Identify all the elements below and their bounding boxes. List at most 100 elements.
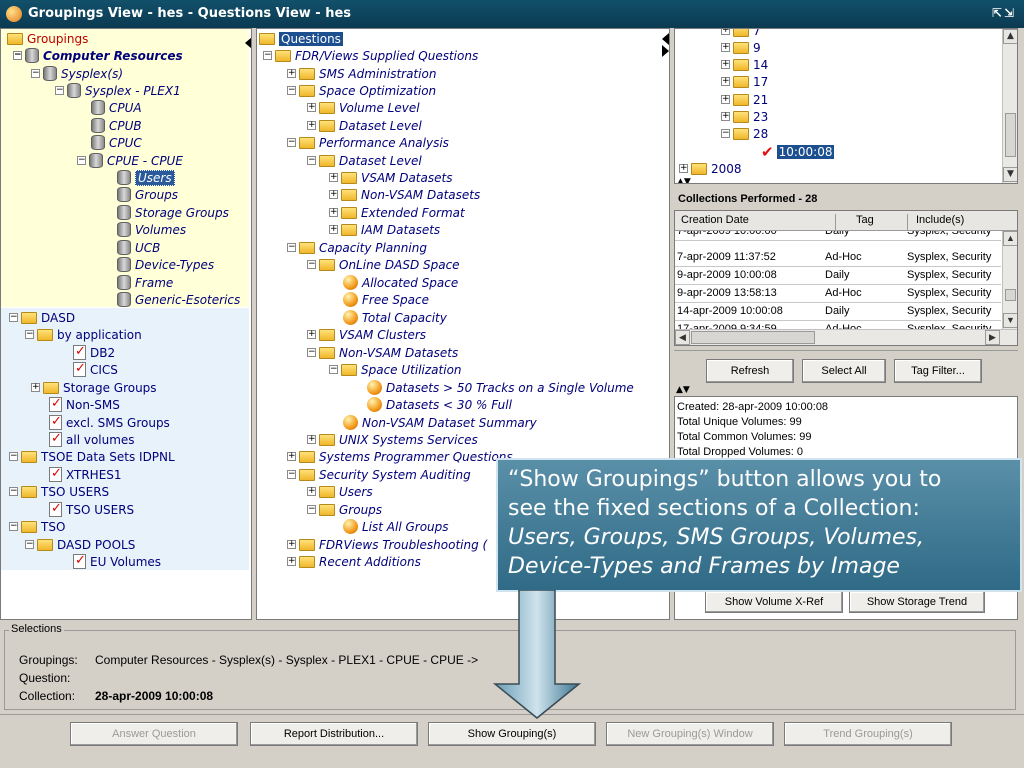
tree-node[interactable]: + SMS Administration <box>287 65 436 82</box>
tree-node[interactable]: UCB <box>117 239 160 256</box>
tree-node[interactable]: Storage Groups <box>117 204 229 221</box>
expand-icon[interactable]: + <box>329 190 338 199</box>
tree-node[interactable]: + Users <box>307 483 373 500</box>
report-distribution-button[interactable]: Report Distribution... <box>250 722 418 746</box>
expand-icon[interactable]: + <box>721 77 730 86</box>
table-row[interactable]: 14-apr-2009 10:00:08 Daily Sysplex, Securi… <box>675 303 1001 321</box>
tree-node[interactable]: + VSAM Clusters <box>307 326 426 343</box>
expand-icon[interactable]: + <box>31 383 40 392</box>
tree-node[interactable]: + Extended Format <box>329 204 465 221</box>
tree-node[interactable]: excl. SMS Groups <box>49 414 170 431</box>
tree-node[interactable]: Datasets > 50 Tracks on a Single Volume <box>367 379 634 396</box>
expand-icon[interactable]: + <box>307 330 316 339</box>
expand-icon[interactable]: + <box>721 95 730 104</box>
collapse-icon[interactable]: − <box>25 330 34 339</box>
expand-icon[interactable]: + <box>721 43 730 52</box>
splitter-arrows-icon[interactable]: ▲▼ <box>676 385 690 395</box>
tree-node[interactable]: all volumes <box>49 431 135 448</box>
trend-groupings-button[interactable]: Trend Grouping(s) <box>784 722 952 746</box>
expand-icon[interactable]: + <box>721 60 730 69</box>
collapse-icon[interactable]: − <box>329 365 338 374</box>
collapse-icon[interactable]: − <box>287 86 296 95</box>
scroll-left-icon[interactable]: ◀ <box>675 330 690 345</box>
tree-node[interactable]: − DASD POOLS <box>25 536 135 553</box>
column-header-date[interactable]: Creation Date <box>681 214 749 226</box>
tree-node[interactable]: Non-VSAM Dataset Summary <box>343 414 537 431</box>
expand-icon[interactable]: + <box>329 173 338 182</box>
collapse-icon[interactable]: − <box>31 69 40 78</box>
expand-arrow-icon[interactable] <box>662 45 669 57</box>
expand-icon[interactable]: + <box>679 164 688 173</box>
collapse-icon[interactable]: − <box>721 129 730 138</box>
tree-node[interactable]: − OnLine DASD Space <box>307 256 460 273</box>
collapse-icon[interactable]: − <box>25 540 34 549</box>
expand-icon[interactable]: + <box>287 452 296 461</box>
tree-node[interactable]: List All Groups <box>343 518 449 535</box>
show-volume-xref-button[interactable]: Show Volume X-Ref <box>705 591 843 613</box>
tree-node[interactable]: + Storage Groups <box>31 379 157 396</box>
collapse-icon[interactable]: − <box>307 156 316 165</box>
table-row[interactable]: 9-apr-2009 10:00:08 Daily Sysplex, Securit… <box>675 267 1001 285</box>
expand-icon[interactable]: + <box>329 225 338 234</box>
column-header-tag[interactable]: Tag <box>835 214 874 230</box>
tree-node[interactable]: + UNIX Systems Services <box>307 431 478 448</box>
tree-node[interactable]: − Space Optimization <box>287 82 436 99</box>
answer-question-button[interactable]: Answer Question <box>70 722 238 746</box>
tree-node[interactable]: − by application <box>25 326 142 343</box>
expand-icon[interactable]: + <box>307 487 316 496</box>
table-row[interactable]: 7-apr-2009 11:37:52 Ad-Hoc Sysplex, Securi… <box>675 249 1001 267</box>
expand-icon[interactable]: + <box>307 121 316 130</box>
tree-node[interactable]: + Systems Programmer Questions <box>287 448 513 465</box>
collection-tree-node[interactable]: +17 <box>721 73 768 90</box>
collapse-arrow-icon[interactable] <box>245 37 251 49</box>
scroll-thumb[interactable] <box>1005 289 1016 301</box>
tree-node[interactable]: − Groups <box>307 501 382 518</box>
expand-icon[interactable]: + <box>307 103 316 112</box>
tree-node[interactable]: Groupings <box>7 30 88 47</box>
refresh-button[interactable]: Refresh <box>706 359 794 383</box>
column-header-includes[interactable]: Include(s) <box>907 214 964 230</box>
grid-hscrollbar[interactable]: ◀ ▶ <box>675 329 1017 345</box>
tree-node[interactable]: − FDR/Views Supplied Questions <box>263 47 478 64</box>
collapse-icon[interactable]: − <box>287 243 296 252</box>
table-row[interactable]: 9-apr-2009 13:58:13 Ad-Hoc Sysplex, Securi… <box>675 285 1001 303</box>
tree-node[interactable]: − TSO <box>9 518 65 535</box>
tree-node[interactable]: + Non-VSAM Datasets <box>329 186 480 203</box>
tree-node[interactable]: − Space Utilization <box>329 361 462 378</box>
splitter-arrows-icon[interactable]: ▲▼ <box>677 177 691 183</box>
collapse-icon[interactable]: − <box>307 260 316 269</box>
tree-node[interactable]: − TSOE Data Sets IDPNL <box>9 448 175 465</box>
scroll-down-icon[interactable]: ▼ <box>1003 167 1017 182</box>
expand-icon[interactable]: + <box>721 29 730 35</box>
tree-node[interactable]: CPUB <box>91 117 142 134</box>
tree-node[interactable]: + VSAM Datasets <box>329 169 452 186</box>
collapse-icon[interactable]: − <box>9 313 18 322</box>
collection-tree-node[interactable]: +14 <box>721 56 768 73</box>
tree-node[interactable]: EU Volumes <box>73 553 161 570</box>
scroll-up-icon[interactable]: ▲ <box>1003 231 1017 246</box>
tree-node[interactable]: Users <box>117 169 175 186</box>
tree-node[interactable]: Volumes <box>117 221 186 238</box>
collapse-icon[interactable]: − <box>307 348 316 357</box>
tree-node[interactable]: Questions <box>259 30 343 47</box>
tree-node[interactable]: − Sysplex(s) <box>31 65 123 82</box>
tree-node[interactable]: + FDRViews Troubleshooting ( <box>287 536 487 553</box>
collapse-icon[interactable]: − <box>287 470 296 479</box>
collapse-arrow-icon[interactable] <box>662 33 669 45</box>
collection-tree-node[interactable]: +2008 <box>679 160 742 177</box>
collapse-icon[interactable]: − <box>287 138 296 147</box>
tree-node[interactable]: − Non-VSAM Datasets <box>307 344 458 361</box>
scroll-down-icon[interactable]: ▼ <box>1003 313 1017 328</box>
collapse-icon[interactable]: − <box>9 452 18 461</box>
expand-icon[interactable]: + <box>307 435 316 444</box>
collapse-icon[interactable]: − <box>307 505 316 514</box>
expand-icon[interactable]: + <box>287 69 296 78</box>
tree-node[interactable]: + Recent Additions <box>287 553 421 570</box>
tree-node[interactable]: + Dataset Level <box>307 117 422 134</box>
tree-node[interactable]: − Dataset Level <box>307 152 422 169</box>
collapse-icon[interactable]: − <box>9 487 18 496</box>
scroll-thumb[interactable] <box>691 331 815 344</box>
tree-node[interactable]: − Capacity Planning <box>287 239 427 256</box>
show-storage-trend-button[interactable]: Show Storage Trend <box>849 591 985 613</box>
grid-scrollbar[interactable]: ▲ ▼ <box>1002 231 1017 329</box>
